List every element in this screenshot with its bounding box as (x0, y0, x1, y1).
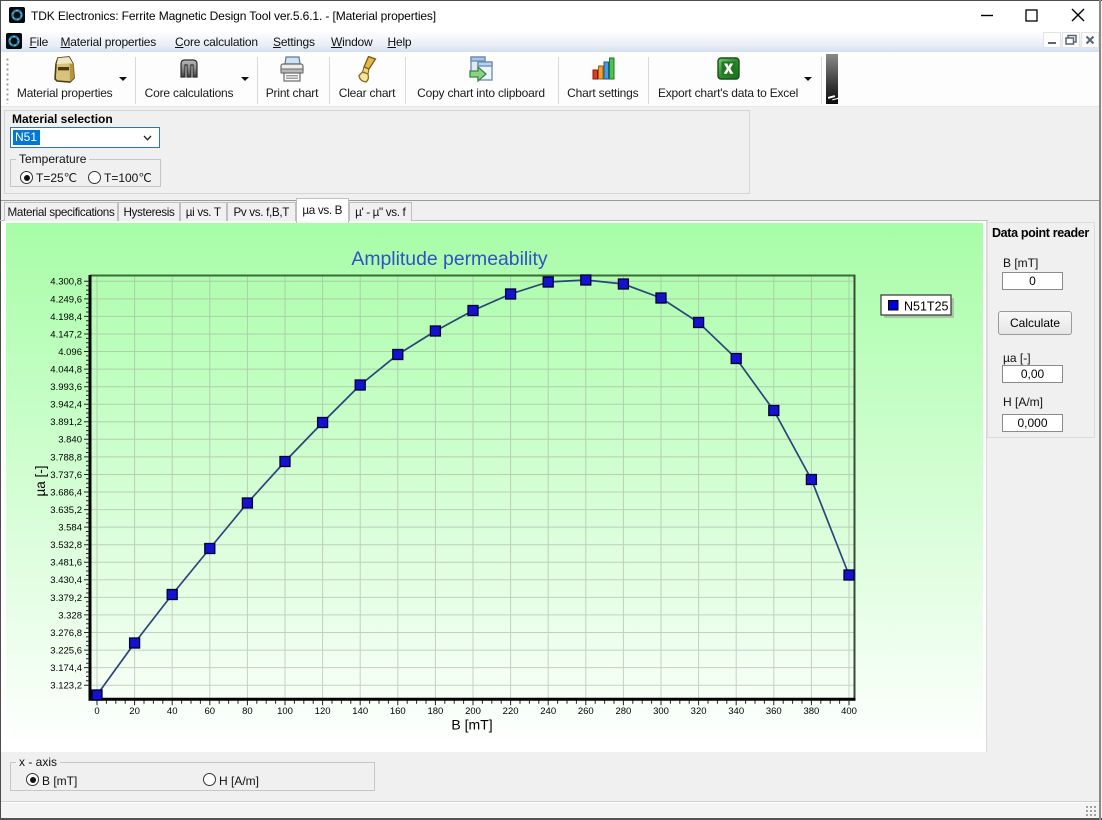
svg-text:3.737,6: 3.737,6 (50, 470, 82, 481)
svg-text:340: 340 (728, 706, 744, 717)
svg-text:3.225,6: 3.225,6 (50, 646, 82, 657)
svg-text:3.123,2: 3.123,2 (50, 681, 82, 692)
svg-text:3.276,8: 3.276,8 (50, 628, 82, 639)
svg-text:240: 240 (540, 706, 556, 717)
svg-text:4.249,6: 4.249,6 (50, 294, 82, 305)
svg-text:380: 380 (803, 706, 819, 717)
svg-text:B [mT]: B [mT] (451, 717, 492, 733)
svg-text:3.379,2: 3.379,2 (50, 593, 82, 604)
svg-text:µa [-]: µa [-] (33, 465, 48, 496)
svg-text:3.532,8: 3.532,8 (50, 540, 82, 551)
svg-text:Amplitude permeability: Amplitude permeability (351, 248, 547, 270)
svg-text:140: 140 (352, 706, 368, 717)
svg-text:3.942,4: 3.942,4 (50, 400, 82, 411)
svg-text:260: 260 (578, 706, 594, 717)
svg-text:180: 180 (427, 706, 443, 717)
svg-text:3.635,2: 3.635,2 (50, 505, 82, 516)
svg-text:40: 40 (167, 706, 178, 717)
svg-text:20: 20 (129, 706, 140, 717)
svg-text:4.198,4: 4.198,4 (50, 312, 82, 323)
svg-text:280: 280 (615, 706, 631, 717)
svg-text:3.788,8: 3.788,8 (50, 452, 82, 463)
svg-text:3.840: 3.840 (58, 435, 82, 446)
svg-text:3.174,4: 3.174,4 (50, 663, 82, 674)
svg-text:3.891,2: 3.891,2 (50, 417, 82, 428)
svg-text:120: 120 (315, 706, 331, 717)
svg-text:3.584: 3.584 (58, 523, 82, 534)
svg-text:3.328: 3.328 (58, 610, 82, 621)
svg-text:80: 80 (242, 706, 253, 717)
svg-text:N51T25: N51T25 (904, 300, 949, 314)
svg-text:320: 320 (691, 706, 707, 717)
svg-text:0: 0 (94, 706, 99, 717)
svg-text:60: 60 (205, 706, 216, 717)
svg-text:300: 300 (653, 706, 669, 717)
svg-text:4.044,8: 4.044,8 (50, 365, 82, 376)
svg-text:3.686,4: 3.686,4 (50, 487, 82, 498)
svg-text:400: 400 (841, 706, 857, 717)
svg-text:200: 200 (465, 706, 481, 717)
svg-text:220: 220 (503, 706, 519, 717)
svg-text:100: 100 (277, 706, 293, 717)
svg-text:3.993,6: 3.993,6 (50, 382, 82, 393)
svg-text:160: 160 (390, 706, 406, 717)
svg-text:4.300,8: 4.300,8 (50, 277, 82, 288)
svg-text:4.147,2: 4.147,2 (50, 329, 82, 340)
svg-text:3.430,4: 3.430,4 (50, 575, 82, 586)
svg-text:360: 360 (766, 706, 782, 717)
svg-text:4.096: 4.096 (58, 347, 82, 358)
svg-text:3.481,6: 3.481,6 (50, 558, 82, 569)
